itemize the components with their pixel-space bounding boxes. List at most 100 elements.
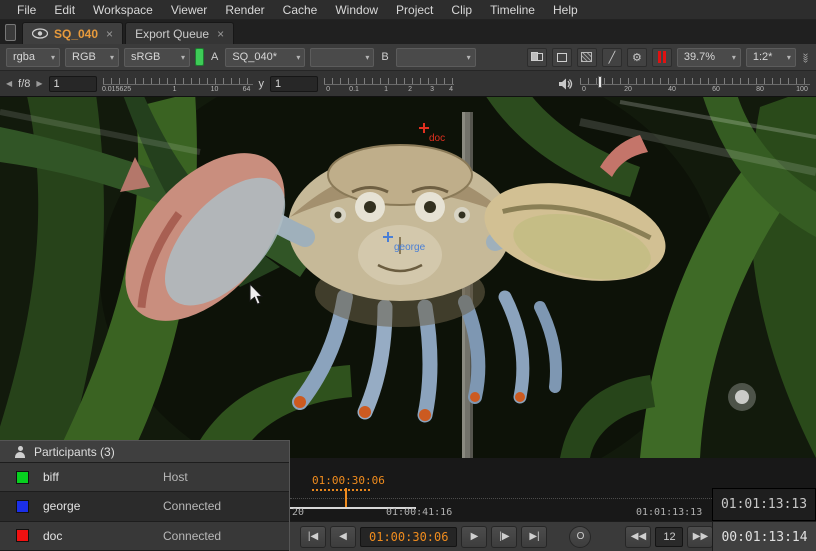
participant-row-doc[interactable]: doc Connected bbox=[0, 522, 289, 551]
menu-window[interactable]: Window bbox=[326, 0, 387, 20]
chevron-down-icon: ▾ bbox=[787, 53, 791, 62]
display-value: RGB bbox=[72, 51, 96, 63]
chevron-down-icon: ▾ bbox=[467, 53, 471, 62]
mask-icon bbox=[557, 53, 567, 62]
menu-edit[interactable]: Edit bbox=[45, 0, 84, 20]
mask-button[interactable] bbox=[552, 48, 572, 67]
step-back-button[interactable]: ◀ bbox=[330, 526, 356, 548]
input-b-dropdown[interactable]: ▾ bbox=[396, 48, 476, 67]
fstop-increase-icon[interactable]: ▶ bbox=[36, 79, 42, 88]
zoom-dropdown[interactable]: 39.7% ▾ bbox=[677, 48, 741, 67]
channels-value: rgba bbox=[13, 51, 35, 63]
overlay-button[interactable] bbox=[577, 48, 597, 67]
wipe-slash-icon: ╱ bbox=[609, 51, 616, 64]
rewind-button[interactable]: ◀◀ bbox=[625, 526, 651, 548]
person-icon bbox=[14, 446, 26, 458]
tick-label: 1 bbox=[173, 86, 177, 93]
menu-render[interactable]: Render bbox=[216, 0, 273, 20]
chevron-down-icon: ▾ bbox=[110, 53, 114, 62]
skip-start-button[interactable]: |◀ bbox=[300, 526, 326, 548]
transport-timecode-input[interactable]: 01:00:30:06 bbox=[360, 527, 457, 547]
tick-label: 60 bbox=[712, 86, 720, 93]
proxy-dropdown[interactable]: 1:2* ▾ bbox=[746, 48, 796, 67]
chevron-down-icon: ▾ bbox=[296, 53, 300, 62]
pane-layout-icon[interactable] bbox=[5, 24, 16, 41]
proxy-value: 1:2* bbox=[753, 51, 773, 63]
gain-input[interactable] bbox=[49, 76, 97, 92]
ruler-label-start: 20 bbox=[292, 507, 304, 518]
more-tools-icon[interactable]: »» bbox=[800, 52, 811, 61]
out-timecode-display: 01:01:13:13 bbox=[712, 488, 816, 521]
input-a-extra-dropdown[interactable]: ▾ bbox=[310, 48, 374, 67]
play-button[interactable]: ▶ bbox=[461, 526, 487, 548]
colorspace-dropdown[interactable]: sRGB ▾ bbox=[124, 48, 190, 67]
volume-slider[interactable]: 0 20 40 60 80 100 bbox=[580, 74, 810, 94]
step-forward-button[interactable]: |▶ bbox=[491, 526, 517, 548]
participant-color-swatch bbox=[16, 529, 29, 542]
menu-clip[interactable]: Clip bbox=[442, 0, 481, 20]
skip-end-button[interactable]: ▶| bbox=[521, 526, 547, 548]
menu-timeline[interactable]: Timeline bbox=[481, 0, 544, 20]
participant-row-george[interactable]: george Connected bbox=[0, 492, 289, 521]
input-b-label: B bbox=[379, 51, 390, 63]
tick-label: 40 bbox=[668, 86, 676, 93]
fstop-decrease-icon[interactable]: ◀ bbox=[6, 79, 12, 88]
volume-slider-handle[interactable] bbox=[598, 76, 602, 88]
transport-bar: |◀ ◀ 01:00:30:06 ▶ |▶ ▶| O ◀◀ 12 ▶▶ 00:0… bbox=[290, 521, 816, 551]
gamma-input[interactable] bbox=[270, 76, 318, 92]
chevron-down-icon: ▾ bbox=[181, 53, 185, 62]
settings-button[interactable]: ⚙ bbox=[627, 48, 647, 67]
tick-label: 0.1 bbox=[349, 86, 359, 93]
tab-label: SQ_040 bbox=[54, 27, 98, 41]
tab-export-queue[interactable]: Export Queue × bbox=[125, 22, 234, 44]
fstop-label: f/8 bbox=[18, 78, 30, 90]
gain-slider-track bbox=[103, 78, 253, 85]
sync-status-indicator[interactable] bbox=[195, 48, 204, 66]
speaker-icon[interactable] bbox=[558, 77, 574, 91]
loop-button[interactable]: O bbox=[569, 526, 591, 548]
viewer-toolbar: rgba ▾ RGB ▾ sRGB ▾ A SQ_040* ▾ ▾ B ▾ bbox=[0, 44, 816, 71]
tick-label: 2 bbox=[408, 86, 412, 93]
zoom-value: 39.7% bbox=[684, 51, 715, 63]
menu-workspace[interactable]: Workspace bbox=[84, 0, 162, 20]
menu-project[interactable]: Project bbox=[387, 0, 442, 20]
close-icon[interactable]: × bbox=[104, 27, 113, 41]
wipe-button[interactable]: ╱ bbox=[602, 48, 622, 67]
checker-icon bbox=[581, 52, 592, 62]
timeline-panel: 01:00:30:06 20 01:00:41:16 01:01:13:13 0… bbox=[290, 458, 816, 551]
gamma-slider[interactable]: 0 0.1 1 2 3 4 bbox=[324, 74, 454, 94]
chevron-down-icon: ▾ bbox=[365, 53, 369, 62]
duration-timecode-display: 00:01:13:14 bbox=[712, 522, 816, 551]
tick-label: 0.015625 bbox=[102, 86, 131, 93]
viewer-canvas[interactable]: doc george bbox=[0, 97, 816, 458]
channels-dropdown[interactable]: rgba ▾ bbox=[6, 48, 60, 67]
tick-label: 3 bbox=[430, 86, 434, 93]
playhead-range-dots bbox=[312, 489, 370, 491]
fps-field[interactable]: 12 bbox=[655, 527, 683, 547]
tick-label: 4 bbox=[449, 86, 453, 93]
menu-cache[interactable]: Cache bbox=[274, 0, 327, 20]
pause-icon bbox=[658, 51, 666, 63]
fast-forward-button[interactable]: ▶▶ bbox=[687, 526, 713, 548]
gamma-label: y bbox=[259, 78, 265, 90]
menu-viewer[interactable]: Viewer bbox=[162, 0, 216, 20]
tab-viewer-sq040[interactable]: SQ_040 × bbox=[22, 22, 123, 44]
participants-header: Participants (3) bbox=[0, 441, 289, 463]
participant-status: Host bbox=[163, 470, 188, 484]
gain-slider[interactable]: 0.015625 1 10 64 bbox=[103, 74, 253, 94]
menu-help[interactable]: Help bbox=[544, 0, 587, 20]
tab-label: Export Queue bbox=[135, 27, 209, 41]
marker-doc-label: doc bbox=[429, 133, 445, 144]
participant-row-biff[interactable]: biff Host bbox=[0, 463, 289, 492]
tick-label: 20 bbox=[624, 86, 632, 93]
input-a-dropdown[interactable]: SQ_040* ▾ bbox=[225, 48, 305, 67]
display-dropdown[interactable]: RGB ▾ bbox=[65, 48, 119, 67]
participant-name: biff bbox=[43, 470, 163, 484]
participant-status: Connected bbox=[163, 499, 221, 513]
menu-file[interactable]: File bbox=[8, 0, 45, 20]
guides-button[interactable] bbox=[527, 48, 547, 67]
guides-icon bbox=[531, 52, 543, 62]
tick-label: 1 bbox=[384, 86, 388, 93]
pause-render-button[interactable] bbox=[652, 48, 672, 67]
close-icon[interactable]: × bbox=[215, 27, 224, 41]
